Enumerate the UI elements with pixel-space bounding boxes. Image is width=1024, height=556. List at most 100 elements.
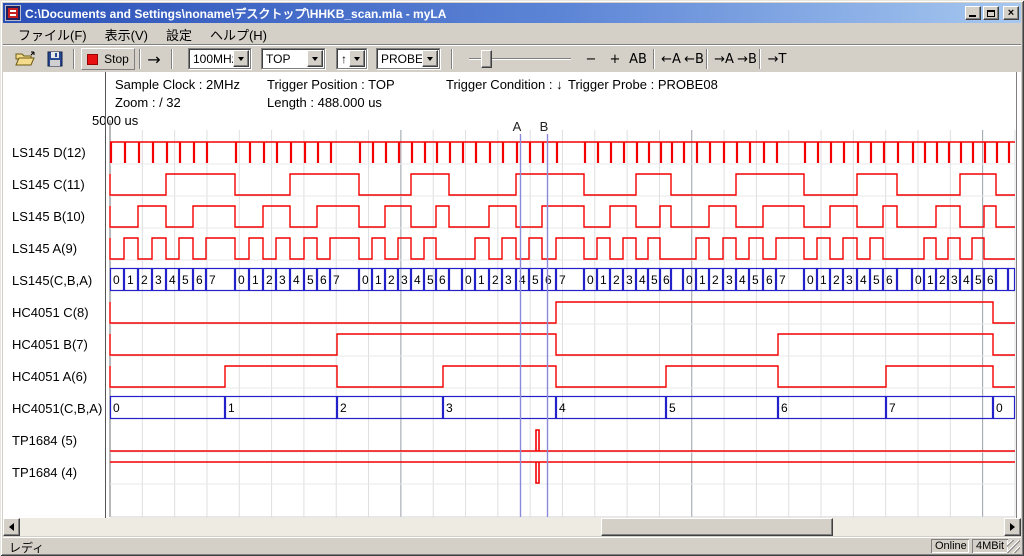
svg-text:5: 5 [307,273,314,287]
svg-text:0: 0 [915,273,922,287]
goto-ab-button[interactable]: AB [628,48,648,70]
goto-a-left-button[interactable]: ←A [661,48,681,70]
svg-text:7: 7 [889,401,896,415]
svg-text:0: 0 [587,273,594,287]
svg-text:0: 0 [362,273,369,287]
close-button[interactable]: × [1003,6,1019,20]
svg-text:3: 3 [279,273,286,287]
chevron-down-icon[interactable] [349,50,365,67]
chevron-down-icon[interactable] [422,50,438,67]
svg-text:6: 6 [766,273,773,287]
resize-grip[interactable] [1007,540,1020,553]
plot-right-border [1016,72,1017,518]
channel-label-hc4051-c8[interactable]: HC4051 C(8) [12,305,89,320]
svg-text:1: 1 [228,401,235,415]
scrollbar-thumb[interactable] [601,518,833,536]
scroll-right-icon [1010,523,1015,531]
zoom-text: Zoom : / 32 [115,95,181,110]
run-arrow-icon: → [147,50,160,69]
chevron-down-icon[interactable] [307,50,323,67]
clock-combo-value: 100MHz [189,52,233,66]
svg-text:2: 2 [712,273,719,287]
zoom-slider-thumb[interactable] [481,50,492,68]
svg-text:2: 2 [266,273,273,287]
toolbar-separator [171,49,173,69]
svg-text:0: 0 [238,273,245,287]
trigger-edge-combo[interactable]: ↑ [336,48,367,69]
trigger-pos-combo[interactable]: TOP [261,48,325,69]
cursor-a[interactable]: A [513,119,522,517]
channel-label-ls145-a9[interactable]: LS145 A(9) [12,241,77,256]
zoom-in-button[interactable]: + [605,48,625,70]
channel-label-ls145-bus[interactable]: LS145(C,B,A) [12,273,92,288]
svg-text:7: 7 [559,273,566,287]
svg-text:1: 1 [478,273,485,287]
svg-text:B: B [540,119,549,134]
save-button[interactable] [43,48,67,70]
svg-text:1: 1 [127,273,134,287]
close-icon: × [1008,8,1014,18]
menu-item-2[interactable]: 設定 [157,23,201,46]
goto-trigger-button[interactable]: →T [767,48,787,70]
scroll-left-button[interactable] [3,518,20,536]
channel-label-tp1684-4[interactable]: TP1684 (4) [12,465,77,480]
trigger-position-text: Trigger Position : TOP [267,77,395,92]
menu-bar: ファイル(F)表示(V)設定ヘルプ(H) [3,24,1021,44]
menu-item-0[interactable]: ファイル(F) [9,23,96,46]
svg-text:4: 4 [639,273,646,287]
svg-text:2: 2 [492,273,499,287]
scroll-left-icon [9,523,14,531]
dropdown-arrow-icon [238,57,244,61]
menu-item-1[interactable]: 表示(V) [96,23,157,46]
chevron-down-icon[interactable] [233,50,249,67]
maximize-button[interactable] [983,6,999,20]
horizontal-scrollbar[interactable] [3,518,1021,536]
cursor-b[interactable]: B [540,119,549,517]
channel-label-ls145-b10[interactable]: LS145 B(10) [12,209,85,224]
dropdown-arrow-icon [312,57,318,61]
svg-text:6: 6 [439,273,446,287]
channel-label-hc4051-a6[interactable]: HC4051 A(6) [12,369,87,384]
minimize-button[interactable] [965,6,981,20]
svg-text:6: 6 [886,273,893,287]
toolbar: Stop → 100MHz TOP ↑ PROBE00 −+AB ←A←B →A→B →T [3,44,1021,72]
app-icon[interactable] [5,5,21,21]
menu-item-3[interactable]: ヘルプ(H) [201,23,276,46]
svg-text:5: 5 [752,273,759,287]
svg-text:0: 0 [113,401,120,415]
status-online-panel: Online [931,539,969,553]
svg-text:4: 4 [169,273,176,287]
svg-text:6: 6 [545,273,552,287]
open-file-button[interactable] [13,48,37,70]
svg-text:4: 4 [860,273,867,287]
svg-text:5: 5 [873,273,880,287]
svg-text:6: 6 [663,273,670,287]
zoom-out-button[interactable]: − [581,48,601,70]
scroll-right-button[interactable] [1004,518,1021,536]
open-folder-icon [15,51,35,67]
svg-text:1: 1 [600,273,607,287]
zoom-slider[interactable] [469,48,571,70]
app-window: C:\Documents and Settings\noname\デスクトップ\… [0,0,1024,556]
svg-text:2: 2 [939,273,946,287]
channel-label-ls145-c11[interactable]: LS145 C(11) [12,177,85,192]
goto-a-right-button[interactable]: →A [714,48,734,70]
svg-text:3: 3 [446,401,453,415]
waveform-plot[interactable]: 0123456701234567012345601234567012345601… [105,118,1019,518]
channel-label-hc4051-b7[interactable]: HC4051 B(7) [12,337,88,352]
stop-icon [87,54,98,65]
run-button[interactable]: → [141,48,167,70]
channel-label-hc4051-bus[interactable]: HC4051(C,B,A) [12,401,102,416]
stop-button[interactable]: Stop [81,48,135,70]
clock-combo[interactable]: 100MHz [188,48,251,69]
svg-text:6: 6 [320,273,327,287]
svg-text:5: 5 [651,273,658,287]
channel-label-tp1684-5[interactable]: TP1684 (5) [12,433,77,448]
goto-b-left-button[interactable]: ←B [684,48,704,70]
svg-text:3: 3 [401,273,408,287]
channel-label-ls145-d12[interactable]: LS145 D(12) [12,145,86,160]
status-ready-text: レディ [9,539,44,556]
probe-combo[interactable]: PROBE00 [376,48,440,69]
toolbar-separator [653,49,655,69]
goto-b-right-button[interactable]: →B [737,48,757,70]
